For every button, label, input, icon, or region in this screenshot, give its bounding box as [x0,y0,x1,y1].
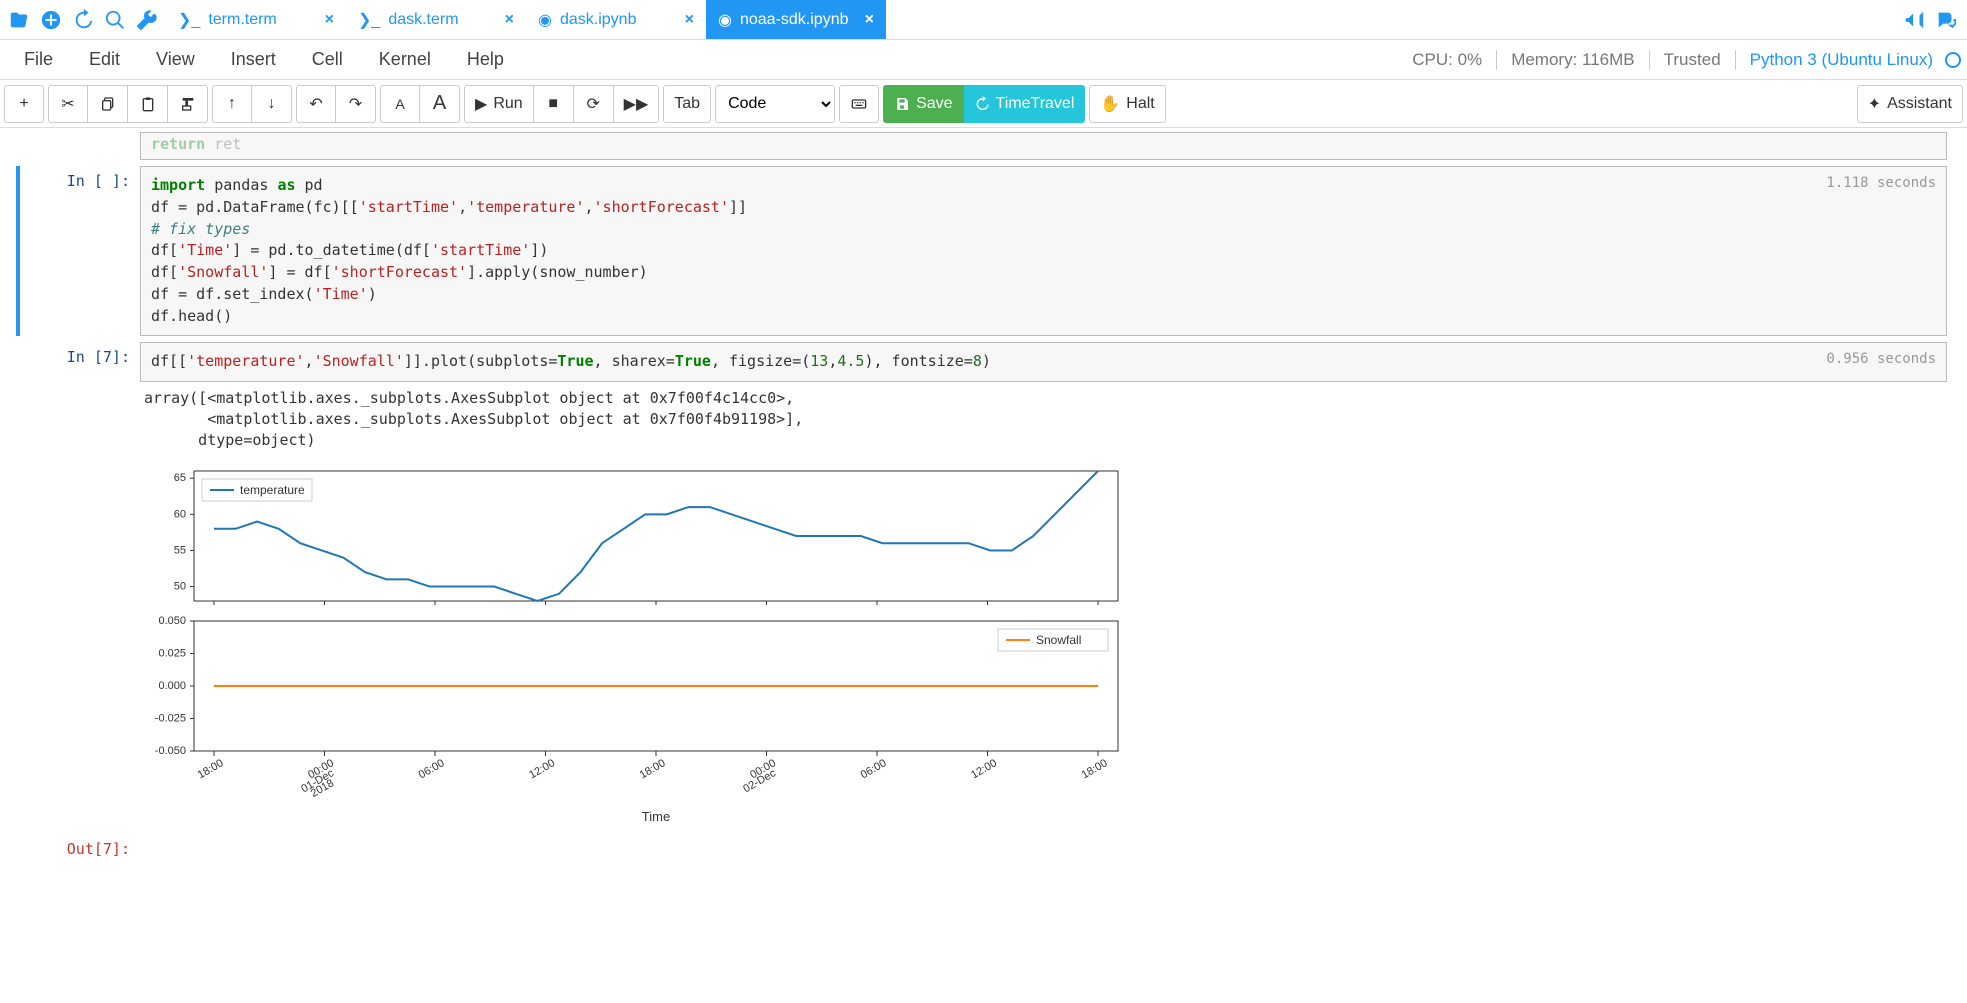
code-editor[interactable]: 0.956 secondsdf[['temperature','Snowfall… [140,342,1947,382]
jupyter-icon: ◉ [538,10,552,30]
toolbar: + ✂ ↑ ↓ ↶ ↷ A A ▶ Run ■ ⟳ ▶▶ Tab Code Sa… [0,80,1967,128]
format-button[interactable] [168,85,208,123]
svg-text:0.000: 0.000 [158,680,186,692]
cell-input-1[interactable]: In [ ]: 1.118 secondsimport pandas as pd… [16,166,1947,336]
tab-label: term.term [208,11,276,29]
cell-stdout: array([<matplotlib.axes._subplots.AxesSu… [140,382,1947,455]
top-icon-group [0,9,166,31]
cell-prompt [20,132,140,160]
tab-label: dask.ipynb [560,11,637,29]
svg-text:06:00: 06:00 [859,757,889,781]
tab-label: noaa-sdk.ipynb [740,11,849,29]
cell-input-2[interactable]: In [7]: 0.956 secondsdf[['temperature','… [20,342,1947,828]
restart-button[interactable]: ⟳ [574,85,614,123]
svg-text:55: 55 [174,544,186,556]
stop-button[interactable]: ■ [534,85,574,123]
svg-text:12:00: 12:00 [527,757,557,781]
svg-text:50: 50 [174,581,186,593]
terminal-icon: ❯_ [358,10,380,30]
halt-button[interactable]: ✋ Halt [1089,85,1165,123]
new-file-icon[interactable] [40,9,62,31]
code-editor[interactable]: 1.118 secondsimport pandas as pd df = pd… [140,166,1947,336]
megaphone-icon[interactable] [1903,9,1925,31]
out-prompt: Out[7]: [20,834,140,858]
redo-button[interactable]: ↷ [336,85,376,123]
close-icon[interactable]: × [685,11,694,29]
cell-output-7: Out[7]: [20,834,1947,858]
cell-truncated: return ret [20,132,1947,160]
svg-text:18:00: 18:00 [196,757,226,781]
svg-text:0.025: 0.025 [158,648,186,660]
timetravel-button[interactable]: TimeTravel [964,85,1086,123]
add-cell-button[interactable]: + [4,85,44,123]
menu-bar: File Edit View Insert Cell Kernel Help C… [0,40,1967,80]
svg-text:-0.050: -0.050 [155,745,186,757]
save-button[interactable]: Save [883,85,963,123]
menu-kernel[interactable]: Kernel [361,49,449,70]
terminal-icon: ❯_ [178,10,200,30]
menu-edit[interactable]: Edit [71,49,138,70]
svg-text:temperature: temperature [240,483,305,497]
top-right-icons [1893,9,1967,31]
copy-button[interactable] [88,85,128,123]
status-area: CPU: 0% Memory: 116MB Trusted Python 3 (… [1412,50,1961,70]
cell-type-select[interactable]: Code [715,85,835,123]
tab-button[interactable]: Tab [663,85,711,123]
jupyter-icon: ◉ [718,10,732,30]
cell-prompt: In [7]: [20,342,140,828]
top-bar: ❯_ term.term × ❯_ dask.term × ◉ dask.ipy… [0,0,1967,40]
keyboard-button[interactable] [839,85,879,123]
tab-term-term[interactable]: ❯_ term.term × [166,0,346,39]
wrench-icon[interactable] [136,9,158,31]
move-up-button[interactable]: ↑ [212,85,252,123]
cell-prompt: In [ ]: [20,166,140,336]
run-button[interactable]: ▶ Run [464,85,534,123]
trusted-status: Trusted [1664,50,1721,70]
tab-label: dask.term [388,11,458,29]
menu-help[interactable]: Help [449,49,522,70]
run-all-button[interactable]: ▶▶ [614,85,660,123]
svg-text:06:00: 06:00 [417,757,447,781]
font-up-button[interactable]: A [420,85,460,123]
paste-button[interactable] [128,85,168,123]
tab-noaa-sdk-ipynb[interactable]: ◉ noaa-sdk.ipynb × [706,0,886,39]
menu-view[interactable]: View [138,49,213,70]
svg-text:60: 60 [174,508,186,520]
timing-label: 1.118 seconds [1826,173,1936,193]
kernel-name[interactable]: Python 3 (Ubuntu Linux) [1750,50,1933,70]
close-icon[interactable]: × [865,11,874,29]
undo-button[interactable]: ↶ [296,85,336,123]
menu-cell[interactable]: Cell [294,49,361,70]
font-down-button[interactable]: A [380,85,420,123]
tabs: ❯_ term.term × ❯_ dask.term × ◉ dask.ipy… [166,0,1893,39]
menu-file[interactable]: File [6,49,71,70]
close-icon[interactable]: × [325,11,334,29]
svg-text:Time: Time [642,809,670,824]
matplotlib-figure: 50 55 60 65 temperature -0.050 -0.025 0.000 0.02… [144,465,1124,825]
svg-text:-0.025: -0.025 [155,713,186,725]
svg-text:12:00: 12:00 [969,757,999,781]
assistant-button[interactable]: ✦ Assistant [1857,85,1963,123]
plot-output: 50 55 60 65 temperature -0.050 -0.025 0.000 0.02… [140,455,1947,828]
notebook-area[interactable]: return ret In [ ]: 1.118 secondsimport p… [0,128,1967,1003]
chat-icon[interactable] [1935,9,1957,31]
history-icon[interactable] [72,9,94,31]
kernel-indicator-icon [1945,52,1961,68]
memory-status: Memory: 116MB [1511,50,1634,70]
timing-label: 0.956 seconds [1826,349,1936,369]
move-down-button[interactable]: ↓ [252,85,292,123]
svg-text:0.050: 0.050 [158,615,186,627]
cut-button[interactable]: ✂ [48,85,88,123]
svg-text:65: 65 [174,472,186,484]
tab-dask-ipynb[interactable]: ◉ dask.ipynb × [526,0,706,39]
svg-text:18:00: 18:00 [1080,757,1110,781]
search-icon[interactable] [104,9,126,31]
close-icon[interactable]: × [505,11,514,29]
open-folder-icon[interactable] [8,9,30,31]
menu-insert[interactable]: Insert [213,49,294,70]
tab-dask-term[interactable]: ❯_ dask.term × [346,0,526,39]
svg-text:18:00: 18:00 [638,757,668,781]
cpu-status: CPU: 0% [1412,50,1482,70]
svg-text:Snowfall: Snowfall [1036,633,1081,647]
